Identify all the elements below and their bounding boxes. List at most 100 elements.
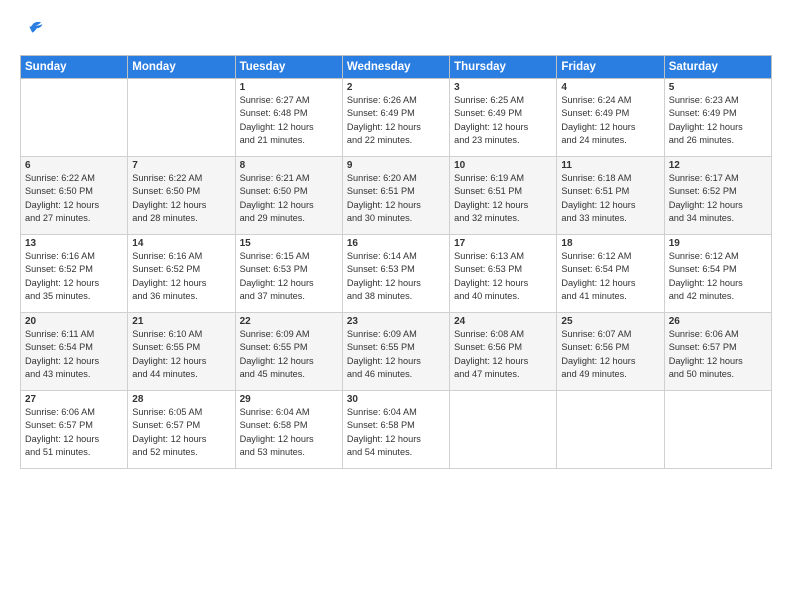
day-info: Sunrise: 6:22 AMSunset: 6:50 PMDaylight:… <box>132 172 230 225</box>
calendar-cell: 19Sunrise: 6:12 AMSunset: 6:54 PMDayligh… <box>664 235 771 313</box>
day-info: Sunrise: 6:25 AMSunset: 6:49 PMDaylight:… <box>454 94 552 147</box>
day-number: 26 <box>669 316 767 327</box>
calendar-cell: 15Sunrise: 6:15 AMSunset: 6:53 PMDayligh… <box>235 235 342 313</box>
day-number: 14 <box>132 238 230 249</box>
day-info: Sunrise: 6:09 AMSunset: 6:55 PMDaylight:… <box>347 328 445 381</box>
day-number: 25 <box>561 316 659 327</box>
day-info: Sunrise: 6:08 AMSunset: 6:56 PMDaylight:… <box>454 328 552 381</box>
bird-icon <box>22 18 44 40</box>
col-header-saturday: Saturday <box>664 56 771 79</box>
calendar-cell: 28Sunrise: 6:05 AMSunset: 6:57 PMDayligh… <box>128 391 235 469</box>
day-info: Sunrise: 6:26 AMSunset: 6:49 PMDaylight:… <box>347 94 445 147</box>
day-number: 27 <box>25 394 123 405</box>
day-info: Sunrise: 6:06 AMSunset: 6:57 PMDaylight:… <box>25 406 123 459</box>
day-number: 13 <box>25 238 123 249</box>
calendar-cell: 12Sunrise: 6:17 AMSunset: 6:52 PMDayligh… <box>664 157 771 235</box>
day-number: 5 <box>669 82 767 93</box>
calendar-cell: 7Sunrise: 6:22 AMSunset: 6:50 PMDaylight… <box>128 157 235 235</box>
calendar-cell: 10Sunrise: 6:19 AMSunset: 6:51 PMDayligh… <box>450 157 557 235</box>
calendar-cell <box>128 79 235 157</box>
calendar-cell: 25Sunrise: 6:07 AMSunset: 6:56 PMDayligh… <box>557 313 664 391</box>
day-info: Sunrise: 6:11 AMSunset: 6:54 PMDaylight:… <box>25 328 123 381</box>
day-info: Sunrise: 6:20 AMSunset: 6:51 PMDaylight:… <box>347 172 445 225</box>
day-number: 10 <box>454 160 552 171</box>
day-number: 9 <box>347 160 445 171</box>
calendar-cell: 4Sunrise: 6:24 AMSunset: 6:49 PMDaylight… <box>557 79 664 157</box>
day-number: 11 <box>561 160 659 171</box>
day-info: Sunrise: 6:23 AMSunset: 6:49 PMDaylight:… <box>669 94 767 147</box>
day-info: Sunrise: 6:09 AMSunset: 6:55 PMDaylight:… <box>240 328 338 381</box>
day-info: Sunrise: 6:12 AMSunset: 6:54 PMDaylight:… <box>669 250 767 303</box>
col-header-tuesday: Tuesday <box>235 56 342 79</box>
calendar-cell: 18Sunrise: 6:12 AMSunset: 6:54 PMDayligh… <box>557 235 664 313</box>
col-header-wednesday: Wednesday <box>342 56 449 79</box>
day-info: Sunrise: 6:21 AMSunset: 6:50 PMDaylight:… <box>240 172 338 225</box>
day-number: 22 <box>240 316 338 327</box>
day-number: 8 <box>240 160 338 171</box>
calendar-cell: 13Sunrise: 6:16 AMSunset: 6:52 PMDayligh… <box>21 235 128 313</box>
day-info: Sunrise: 6:06 AMSunset: 6:57 PMDaylight:… <box>669 328 767 381</box>
col-header-friday: Friday <box>557 56 664 79</box>
day-info: Sunrise: 6:10 AMSunset: 6:55 PMDaylight:… <box>132 328 230 381</box>
day-number: 4 <box>561 82 659 93</box>
day-number: 1 <box>240 82 338 93</box>
calendar-cell: 20Sunrise: 6:11 AMSunset: 6:54 PMDayligh… <box>21 313 128 391</box>
calendar-cell <box>664 391 771 469</box>
day-info: Sunrise: 6:07 AMSunset: 6:56 PMDaylight:… <box>561 328 659 381</box>
day-info: Sunrise: 6:24 AMSunset: 6:49 PMDaylight:… <box>561 94 659 147</box>
day-number: 16 <box>347 238 445 249</box>
day-info: Sunrise: 6:12 AMSunset: 6:54 PMDaylight:… <box>561 250 659 303</box>
calendar-cell <box>557 391 664 469</box>
calendar-table: SundayMondayTuesdayWednesdayThursdayFrid… <box>20 55 772 469</box>
calendar-cell: 5Sunrise: 6:23 AMSunset: 6:49 PMDaylight… <box>664 79 771 157</box>
day-number: 6 <box>25 160 123 171</box>
day-info: Sunrise: 6:04 AMSunset: 6:58 PMDaylight:… <box>347 406 445 459</box>
logo <box>20 18 44 45</box>
day-number: 19 <box>669 238 767 249</box>
calendar-cell <box>450 391 557 469</box>
day-info: Sunrise: 6:15 AMSunset: 6:53 PMDaylight:… <box>240 250 338 303</box>
day-number: 30 <box>347 394 445 405</box>
col-header-sunday: Sunday <box>21 56 128 79</box>
day-number: 3 <box>454 82 552 93</box>
day-info: Sunrise: 6:16 AMSunset: 6:52 PMDaylight:… <box>132 250 230 303</box>
calendar-cell: 1Sunrise: 6:27 AMSunset: 6:48 PMDaylight… <box>235 79 342 157</box>
day-number: 28 <box>132 394 230 405</box>
day-number: 12 <box>669 160 767 171</box>
calendar-cell: 17Sunrise: 6:13 AMSunset: 6:53 PMDayligh… <box>450 235 557 313</box>
col-header-thursday: Thursday <box>450 56 557 79</box>
day-number: 29 <box>240 394 338 405</box>
day-info: Sunrise: 6:16 AMSunset: 6:52 PMDaylight:… <box>25 250 123 303</box>
calendar-cell: 27Sunrise: 6:06 AMSunset: 6:57 PMDayligh… <box>21 391 128 469</box>
day-number: 18 <box>561 238 659 249</box>
day-number: 20 <box>25 316 123 327</box>
calendar-cell: 6Sunrise: 6:22 AMSunset: 6:50 PMDaylight… <box>21 157 128 235</box>
calendar-cell <box>21 79 128 157</box>
day-info: Sunrise: 6:19 AMSunset: 6:51 PMDaylight:… <box>454 172 552 225</box>
calendar-cell: 23Sunrise: 6:09 AMSunset: 6:55 PMDayligh… <box>342 313 449 391</box>
day-info: Sunrise: 6:14 AMSunset: 6:53 PMDaylight:… <box>347 250 445 303</box>
calendar-cell: 24Sunrise: 6:08 AMSunset: 6:56 PMDayligh… <box>450 313 557 391</box>
calendar-cell: 21Sunrise: 6:10 AMSunset: 6:55 PMDayligh… <box>128 313 235 391</box>
calendar-cell: 16Sunrise: 6:14 AMSunset: 6:53 PMDayligh… <box>342 235 449 313</box>
day-number: 15 <box>240 238 338 249</box>
day-info: Sunrise: 6:13 AMSunset: 6:53 PMDaylight:… <box>454 250 552 303</box>
day-number: 21 <box>132 316 230 327</box>
day-info: Sunrise: 6:27 AMSunset: 6:48 PMDaylight:… <box>240 94 338 147</box>
day-number: 17 <box>454 238 552 249</box>
calendar-cell: 2Sunrise: 6:26 AMSunset: 6:49 PMDaylight… <box>342 79 449 157</box>
col-header-monday: Monday <box>128 56 235 79</box>
calendar-cell: 3Sunrise: 6:25 AMSunset: 6:49 PMDaylight… <box>450 79 557 157</box>
day-info: Sunrise: 6:05 AMSunset: 6:57 PMDaylight:… <box>132 406 230 459</box>
day-number: 7 <box>132 160 230 171</box>
day-info: Sunrise: 6:04 AMSunset: 6:58 PMDaylight:… <box>240 406 338 459</box>
day-info: Sunrise: 6:22 AMSunset: 6:50 PMDaylight:… <box>25 172 123 225</box>
calendar-cell: 8Sunrise: 6:21 AMSunset: 6:50 PMDaylight… <box>235 157 342 235</box>
calendar-cell: 11Sunrise: 6:18 AMSunset: 6:51 PMDayligh… <box>557 157 664 235</box>
day-info: Sunrise: 6:17 AMSunset: 6:52 PMDaylight:… <box>669 172 767 225</box>
calendar-cell: 14Sunrise: 6:16 AMSunset: 6:52 PMDayligh… <box>128 235 235 313</box>
calendar-cell: 26Sunrise: 6:06 AMSunset: 6:57 PMDayligh… <box>664 313 771 391</box>
day-number: 24 <box>454 316 552 327</box>
calendar-cell: 30Sunrise: 6:04 AMSunset: 6:58 PMDayligh… <box>342 391 449 469</box>
calendar-cell: 29Sunrise: 6:04 AMSunset: 6:58 PMDayligh… <box>235 391 342 469</box>
